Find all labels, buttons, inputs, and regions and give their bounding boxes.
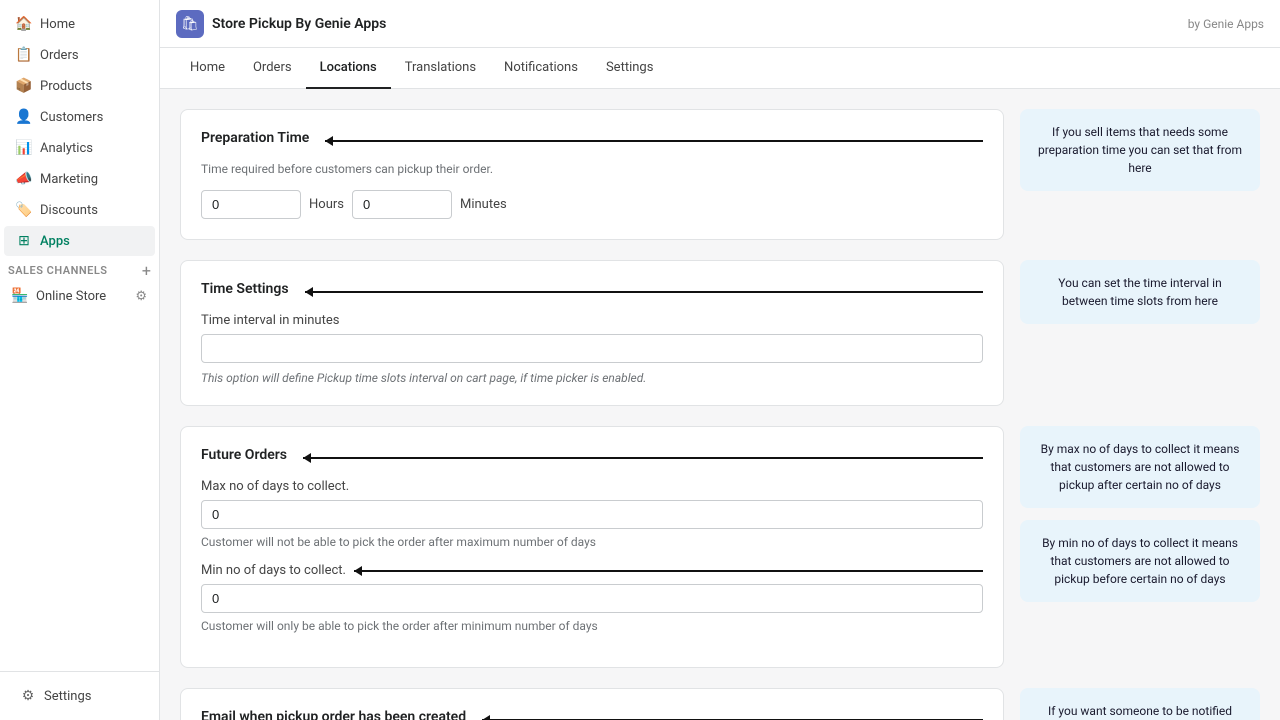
- products-icon: 📦: [16, 78, 32, 94]
- sidebar-label-customers: Customers: [40, 110, 103, 125]
- tab-orders[interactable]: Orders: [239, 48, 306, 89]
- app-header: 🛍 Store Pickup By Genie Apps: [176, 10, 386, 38]
- email-notification-title: Email when pickup order has been created: [201, 709, 466, 720]
- tab-home[interactable]: Home: [176, 48, 239, 89]
- sidebar-label-analytics: Analytics: [40, 141, 93, 156]
- app-title: Store Pickup By Genie Apps: [212, 16, 386, 32]
- sidebar-label-apps: Apps: [40, 234, 70, 249]
- min-days-hint-box: By min no of days to collect it means th…: [1020, 520, 1260, 602]
- max-days-hint: Customer will not be able to pick the or…: [201, 535, 983, 549]
- sidebar-item-customers[interactable]: 👤 Customers: [4, 102, 155, 132]
- arrow-line-preparation: [325, 140, 983, 142]
- sidebar-item-discounts[interactable]: 🏷️ Discounts: [4, 195, 155, 225]
- sidebar-item-home[interactable]: 🏠 Home: [4, 9, 155, 39]
- online-store-label: Online Store: [36, 289, 106, 304]
- hours-input[interactable]: [201, 190, 301, 219]
- preparation-time-card: Preparation Time Time required before cu…: [180, 109, 1004, 240]
- email-notification-card: Email when pickup order has been created…: [180, 688, 1004, 720]
- orders-icon: 📋: [16, 47, 32, 63]
- tab-settings[interactable]: Settings: [592, 48, 667, 89]
- sidebar-item-orders[interactable]: 📋 Orders: [4, 40, 155, 70]
- online-store-icon: 🏪: [12, 288, 28, 304]
- preparation-time-hint: If you sell items that needs some prepar…: [1020, 109, 1260, 191]
- time-settings-arrow-row: Time Settings: [201, 281, 983, 303]
- time-interval-input[interactable]: [201, 334, 983, 363]
- home-icon: 🏠: [16, 16, 32, 32]
- email-notification-section: Email when pickup order has been created…: [180, 688, 1260, 720]
- time-interval-label: Time interval in minutes: [201, 313, 983, 328]
- time-interval-hint: This option will define Pickup time slot…: [201, 371, 983, 385]
- future-orders-title: Future Orders: [201, 447, 287, 463]
- time-settings-card: Time Settings Time interval in minutes T…: [180, 260, 1004, 406]
- hours-label: Hours: [309, 197, 344, 212]
- preparation-time-desc: Time required before customers can picku…: [201, 162, 983, 176]
- add-sales-channel-icon[interactable]: +: [142, 261, 151, 280]
- discounts-icon: 🏷️: [16, 202, 32, 218]
- arrow-row: Preparation Time: [201, 130, 983, 152]
- settings-label: Settings: [44, 689, 91, 704]
- sidebar-label-marketing: Marketing: [40, 172, 98, 187]
- analytics-icon: 📊: [16, 140, 32, 156]
- arrow-line-min: [354, 570, 983, 572]
- sidebar-label-discounts: Discounts: [40, 203, 98, 218]
- sidebar-nav: 🏠 Home 📋 Orders 📦 Products 👤 Customers 📊…: [0, 0, 159, 671]
- email-arrow-row: Email when pickup order has been created: [201, 709, 983, 720]
- sidebar-label-products: Products: [40, 79, 92, 94]
- app-icon: 🛍: [176, 10, 204, 38]
- sidebar-bottom: ⚙ Settings: [0, 671, 159, 720]
- min-days-label: Min no of days to collect.: [201, 563, 346, 578]
- sidebar-item-marketing[interactable]: 📣 Marketing: [4, 164, 155, 194]
- page-content: Preparation Time Time required before cu…: [160, 89, 1280, 720]
- tab-translations[interactable]: Translations: [391, 48, 490, 89]
- sidebar-label-orders: Orders: [40, 48, 79, 63]
- online-store-gear-icon[interactable]: ⚙: [135, 289, 147, 304]
- sidebar-label-home: Home: [40, 17, 75, 32]
- time-fields: Hours Minutes: [201, 190, 983, 219]
- settings-icon: ⚙: [20, 688, 36, 704]
- future-orders-card: Future Orders Max no of days to collect.…: [180, 426, 1004, 668]
- email-hint-box: If you want someone to be notified whene…: [1020, 688, 1260, 720]
- max-days-hint-box: By max no of days to collect it means th…: [1020, 426, 1260, 508]
- future-orders-section: Future Orders Max no of days to collect.…: [180, 426, 1260, 668]
- customers-icon: 👤: [16, 109, 32, 125]
- minutes-label: Minutes: [460, 197, 507, 212]
- sidebar-item-analytics[interactable]: 📊 Analytics: [4, 133, 155, 163]
- min-days-hint: Customer will only be able to pick the o…: [201, 619, 983, 633]
- sidebar-subitem-online-store[interactable]: 🏪 Online Store ⚙: [0, 282, 159, 310]
- future-orders-arrow-row: Future Orders: [201, 447, 983, 469]
- time-settings-hint: You can set the time interval in between…: [1020, 260, 1260, 324]
- arrow-line-future: [303, 457, 983, 459]
- minutes-input[interactable]: [352, 190, 452, 219]
- sidebar-item-settings[interactable]: ⚙ Settings: [8, 681, 151, 711]
- max-days-label: Max no of days to collect.: [201, 479, 983, 494]
- min-days-input[interactable]: [201, 584, 983, 613]
- max-days-input[interactable]: [201, 500, 983, 529]
- apps-icon: ⊞: [16, 233, 32, 249]
- sidebar-item-apps[interactable]: ⊞ Apps: [4, 226, 155, 256]
- arrow-line-time: [305, 291, 983, 293]
- tabs-bar: HomeOrdersLocationsTranslationsNotificat…: [160, 48, 1280, 89]
- sidebar: 🏠 Home 📋 Orders 📦 Products 👤 Customers 📊…: [0, 0, 160, 720]
- topbar: 🛍 Store Pickup By Genie Apps by Genie Ap…: [160, 0, 1280, 48]
- time-settings-title: Time Settings: [201, 281, 289, 297]
- by-label: by Genie Apps: [1188, 17, 1264, 31]
- preparation-time-title: Preparation Time: [201, 130, 309, 146]
- tab-notifications[interactable]: Notifications: [490, 48, 592, 89]
- main-area: 🛍 Store Pickup By Genie Apps by Genie Ap…: [160, 0, 1280, 720]
- sales-channels-section: Sales channels +: [0, 257, 159, 282]
- sales-channels-label: Sales channels: [8, 264, 108, 277]
- time-settings-section: Time Settings Time interval in minutes T…: [180, 260, 1260, 406]
- sidebar-item-products[interactable]: 📦 Products: [4, 71, 155, 101]
- preparation-time-section: Preparation Time Time required before cu…: [180, 109, 1260, 240]
- marketing-icon: 📣: [16, 171, 32, 187]
- tab-locations[interactable]: Locations: [306, 48, 391, 89]
